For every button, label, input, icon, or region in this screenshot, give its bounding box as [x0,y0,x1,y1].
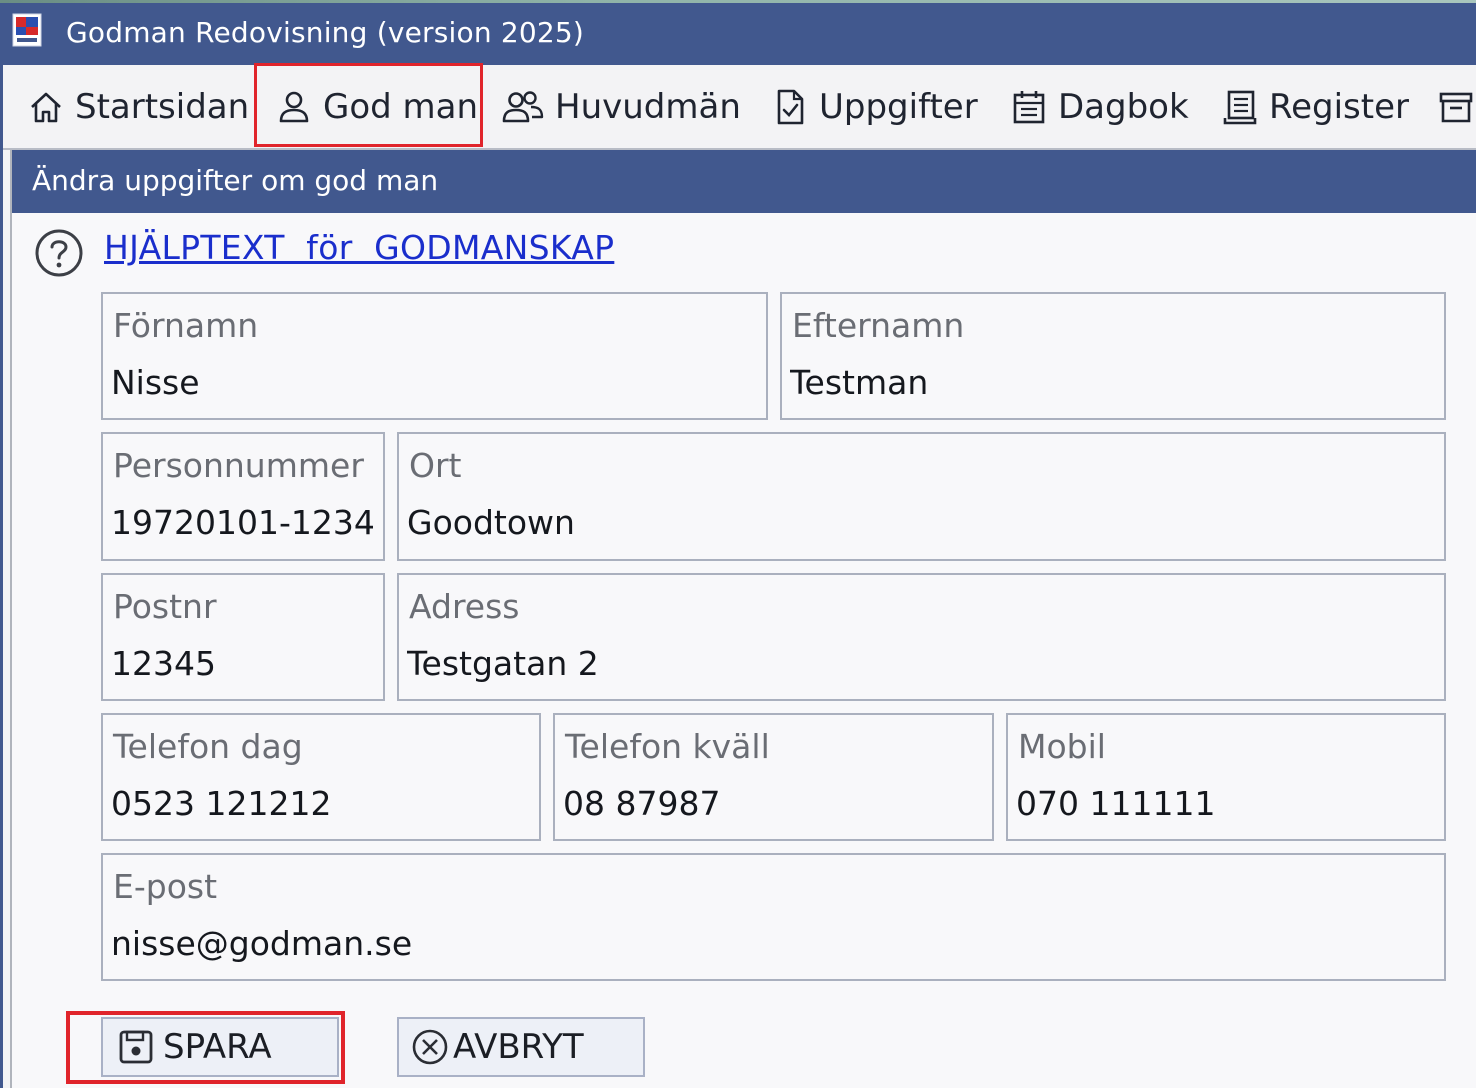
save-button[interactable]: SPARA [101,1017,339,1077]
save-label: SPARA [163,1027,272,1067]
telefon-kvall-field: Telefon kväll [553,713,994,841]
app-logo-icon [12,13,42,47]
personnummer-field: Personnummer [101,432,385,561]
panel-title: Ändra uppgifter om god man [32,164,439,197]
telefon-kvall-label: Telefon kväll [565,727,770,766]
postnr-label: Postnr [113,587,217,626]
nav-item-dagbok[interactable]: Dagbok [1010,65,1189,148]
help-icon[interactable] [34,228,84,278]
fornamn-label: Förnamn [113,306,259,345]
efternamn-label: Efternamn [792,306,965,345]
people-icon [502,90,544,122]
fornamn-input[interactable] [111,360,756,404]
archive-icon [1439,92,1473,122]
telefon-dag-label: Telefon dag [113,727,303,766]
ort-field: Ort [397,432,1446,561]
home-icon [31,92,61,122]
window-title: Godman Redovisning (version 2025) [66,16,585,49]
calendar-icon [1013,90,1045,123]
ort-label: Ort [409,446,462,485]
epost-field: E-post [101,853,1446,981]
fornamn-field: Förnamn [101,292,768,420]
help-link[interactable]: HJÄLPTEXT för GODMANSKAP [104,228,614,267]
nav-item-god-man[interactable]: God man [275,65,478,148]
cancel-button[interactable]: AVBRYT [397,1017,645,1077]
efternamn-field: Efternamn [780,292,1446,420]
mobil-field: Mobil [1006,713,1446,841]
nav-label: Startsidan [75,86,250,127]
list-icon [1223,90,1257,124]
mobil-input[interactable] [1016,781,1434,825]
nav-label: Dagbok [1058,86,1189,127]
nav-item-register[interactable]: Register [1221,65,1409,148]
nav-label: Uppgifter [819,86,978,127]
ort-input[interactable] [407,500,1434,544]
epost-label: E-post [113,867,218,906]
nav-item-archive[interactable] [1437,65,1476,148]
nav-label: God man [323,86,479,127]
adress-label: Adress [409,587,520,626]
telefon-dag-input[interactable] [111,781,529,825]
save-icon [119,1030,153,1064]
cancel-label: AVBRYT [453,1027,584,1067]
telefon-kvall-input[interactable] [563,781,982,825]
telefon-dag-field: Telefon dag [101,713,541,841]
adress-input[interactable] [407,641,1434,685]
nav-label: Register [1269,86,1409,127]
window-border [0,65,3,1088]
nav-item-startsidan[interactable]: Startsidan [27,65,249,148]
personnummer-label: Personnummer [113,446,364,485]
edit-panel: Ändra uppgifter om god man HJÄLPTEXT för… [10,150,1476,1088]
nav-item-uppgifter[interactable]: Uppgifter [771,65,978,148]
epost-input[interactable] [111,921,1434,965]
adress-field: Adress [397,573,1446,701]
postnr-field: Postnr [101,573,385,701]
efternamn-input[interactable] [790,360,1434,404]
person-icon [279,91,309,122]
postnr-input[interactable] [111,641,373,685]
personnummer-input[interactable] [111,500,373,544]
panel-header: Ändra uppgifter om god man [12,150,1476,213]
document-check-icon [777,89,804,124]
nav-item-huvudman[interactable]: Huvudmän [501,65,741,148]
close-circle-icon [412,1029,448,1065]
window-titlebar: Godman Redovisning (version 2025) [0,3,1476,65]
mobil-label: Mobil [1018,727,1106,766]
nav-label: Huvudmän [555,86,741,127]
main-navbar: Startsidan God man Huvudmän Uppgifter Da… [3,65,1476,150]
